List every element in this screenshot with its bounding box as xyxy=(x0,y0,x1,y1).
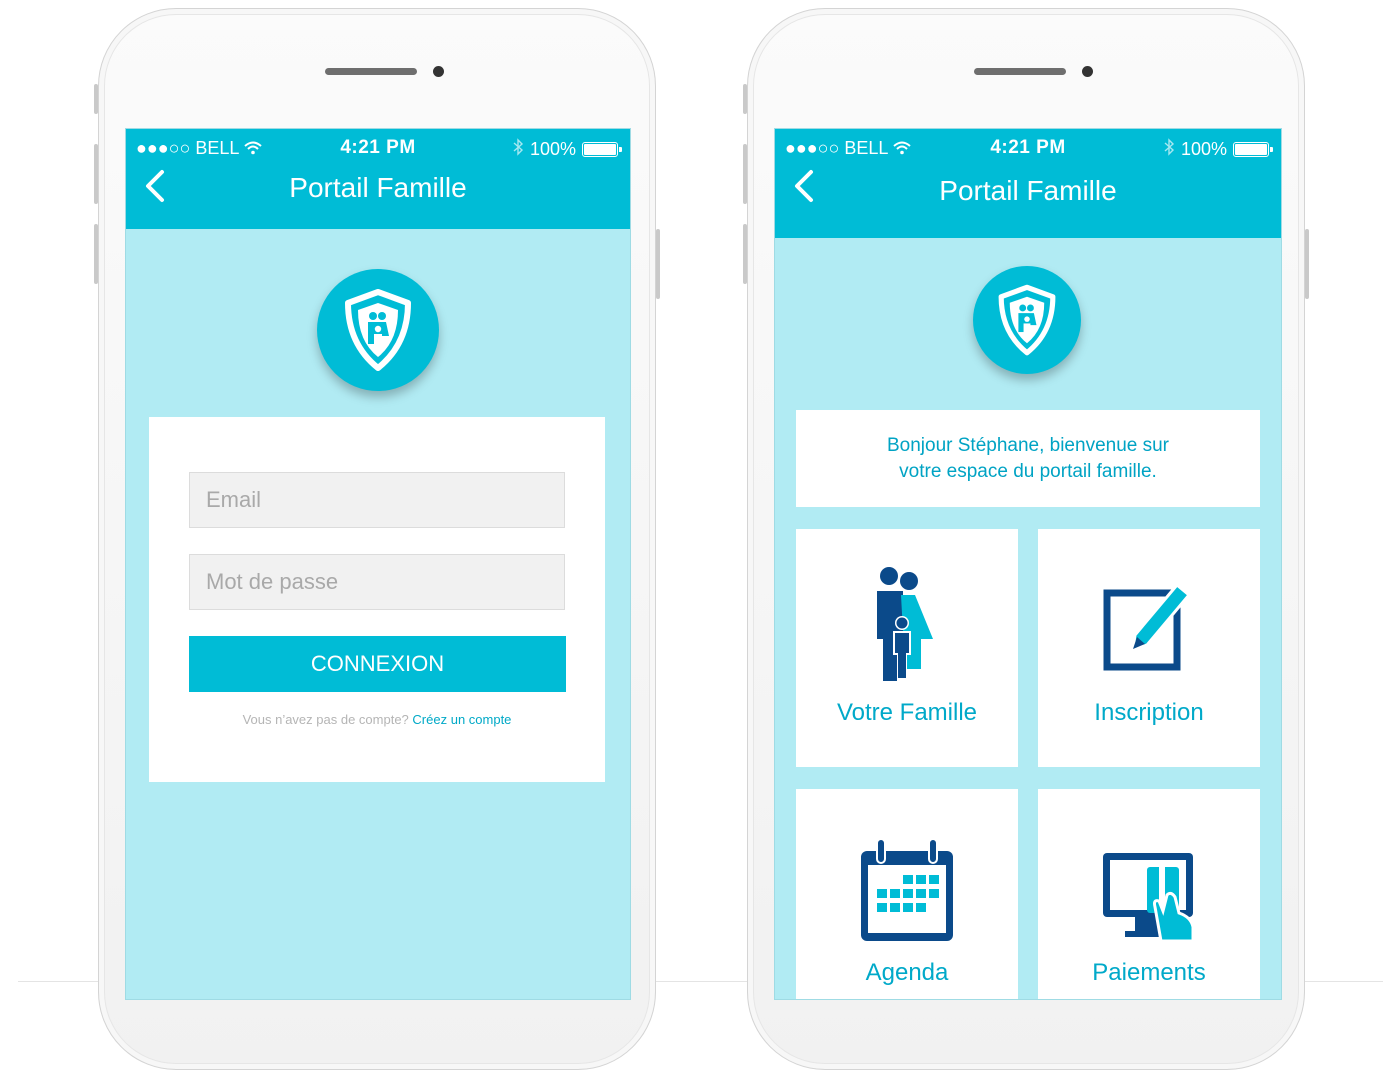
dashboard-screen: ●●●○○ BELL 4:21 PM 100% Portail Famille … xyxy=(774,128,1282,1000)
tile-label: Agenda xyxy=(865,959,949,986)
tile-label: Inscription xyxy=(1094,699,1204,726)
family-shield-logo xyxy=(317,269,439,391)
earpiece-speaker xyxy=(325,68,417,75)
volume-up-button xyxy=(743,144,747,204)
tile-inscription[interactable]: Inscription xyxy=(1038,529,1260,767)
bluetooth-icon xyxy=(512,138,524,161)
page-title: Portail Famille xyxy=(289,172,467,203)
calendar-icon xyxy=(796,839,1018,943)
tile-votre-famille[interactable]: Votre Famille xyxy=(796,529,1018,767)
power-button xyxy=(1305,229,1309,299)
tile-agenda[interactable]: Agenda xyxy=(796,789,1018,999)
app-header: ●●●○○ BELL 4:21 PM 100% Portail Famille xyxy=(126,129,630,229)
create-account-link[interactable]: Créez un compte xyxy=(412,712,511,727)
tile-label: Paiements xyxy=(1092,959,1206,986)
status-bar: ●●●○○ BELL 4:21 PM 100% xyxy=(775,129,1281,165)
mute-switch xyxy=(94,84,98,114)
status-bar: ●●●○○ BELL 4:21 PM 100% xyxy=(126,129,630,165)
page-title: Portail Famille xyxy=(939,175,1117,206)
volume-down-button xyxy=(743,224,747,284)
edit-pencil-icon xyxy=(1038,577,1260,673)
family-icon xyxy=(796,567,1018,683)
power-button xyxy=(656,229,660,299)
phone-dashboard: ●●●○○ BELL 4:21 PM 100% Portail Famille … xyxy=(743,8,1309,1070)
mute-switch xyxy=(743,84,747,114)
phone-login: ●●●○○ BELL 4:21 PM 100% Portail Famille … xyxy=(94,8,660,1070)
earpiece-speaker xyxy=(974,68,1066,75)
password-input[interactable] xyxy=(189,554,565,610)
signup-prompt: Vous n’avez pas de compte? Créez un comp… xyxy=(242,712,512,727)
payment-card-icon xyxy=(1038,851,1260,943)
welcome-message: Bonjour Stéphane, bienvenue sur votre es… xyxy=(796,410,1260,507)
navigation-bar: Portail Famille xyxy=(126,165,630,225)
front-camera xyxy=(433,66,444,77)
login-form: CONNEXION Vous n’avez pas de compte? Cré… xyxy=(149,417,605,782)
battery-icon xyxy=(1233,142,1273,157)
connexion-button[interactable]: CONNEXION xyxy=(189,636,566,692)
app-header: ●●●○○ BELL 4:21 PM 100% Portail Famille xyxy=(775,129,1281,238)
battery-status: 100% xyxy=(1163,138,1273,161)
bluetooth-icon xyxy=(1163,138,1175,161)
email-input[interactable] xyxy=(189,472,565,528)
shield-icon xyxy=(998,284,1056,356)
front-camera xyxy=(1082,66,1093,77)
login-screen: ●●●○○ BELL 4:21 PM 100% Portail Famille … xyxy=(125,128,631,1000)
family-shield-logo xyxy=(973,266,1081,374)
battery-icon xyxy=(582,142,622,157)
tile-label: Votre Famille xyxy=(836,699,978,726)
volume-up-button xyxy=(94,144,98,204)
navigation-bar: Portail Famille xyxy=(775,165,1281,225)
volume-down-button xyxy=(94,224,98,284)
battery-status: 100% xyxy=(512,138,622,161)
tile-paiements[interactable]: Paiements xyxy=(1038,789,1260,999)
shield-icon xyxy=(345,289,411,371)
